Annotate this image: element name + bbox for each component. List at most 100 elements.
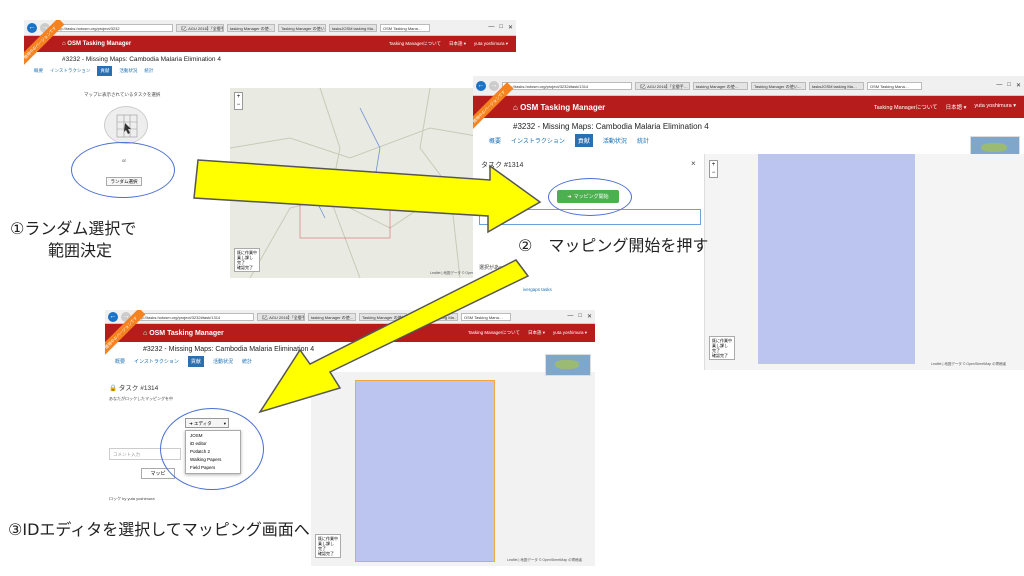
minimize-icon[interactable]: — — [567, 313, 573, 320]
task-title: 🔒 タスク #1314 — [109, 385, 159, 392]
browser-tab[interactable]: tasksJOSM tasking Ma… — [329, 23, 377, 32]
nav-user[interactable]: yuta yoshimura ▾ — [553, 330, 587, 336]
home-icon: ⌂ — [513, 102, 521, 112]
nav-about[interactable]: Tasking Managerについて — [468, 330, 520, 336]
nav-links: Tasking Managerについて 日本語 ▾ yuta yoshimura… — [468, 330, 595, 336]
lock-message: あなたがロックしたマッピングを中 — [109, 396, 173, 401]
back-icon[interactable]: ← — [27, 22, 37, 33]
tab-overview[interactable]: 概要 — [34, 68, 43, 74]
map-credit: Leaflet | 地図データ © OpenStreetMap の寄稿者 — [931, 362, 1007, 366]
tab-overview[interactable]: 概要 — [489, 136, 501, 145]
forward-icon[interactable]: → — [489, 80, 499, 91]
tab-instructions[interactable]: インストラクション — [134, 358, 179, 365]
nav-about[interactable]: Tasking Managerについて — [874, 103, 938, 111]
nav-language[interactable]: 日本語 ▾ — [946, 103, 967, 111]
task-title: タスク #1314 — [481, 162, 524, 169]
project-title: #3232 - Missing Maps: Cambodia Malaria E… — [143, 346, 315, 353]
tab-contribute[interactable]: 貢献 — [574, 134, 593, 147]
tab-activity[interactable]: 活動状況 — [603, 136, 627, 145]
world-thumbnail — [545, 354, 591, 376]
back-icon[interactable]: ← — [476, 80, 486, 91]
close-icon[interactable]: ✕ — [508, 24, 513, 31]
map-view[interactable]: 既に作業中 乗し課し 完了 確認完了 Leaflet | 地図データ © Ope… — [311, 354, 595, 566]
tab-contribute[interactable]: 貢献 — [97, 66, 113, 76]
app-navbar: ⌂ OSM Tasking Manager Tasking Managerについ… — [473, 96, 1024, 118]
browser-tab[interactable]: 【乙 AGU 2016】「全層手… — [635, 81, 690, 90]
locked-by: ロック by yuta yoshimura — [109, 496, 155, 501]
tab-instructions[interactable]: インストラクション — [50, 68, 90, 74]
map-legend: 既に作業中 乗し課し 完了 確認完了 — [315, 534, 341, 558]
browser-tab-active[interactable]: OSM Tasking Mana… — [461, 312, 511, 321]
step1-caption: ①ランダム選択で 範囲決定 — [10, 219, 137, 260]
window-controls: — □ ✕ — [996, 82, 1021, 89]
nav-language[interactable]: 日本語 ▾ — [528, 330, 545, 336]
tab-stats[interactable]: 統計 — [144, 68, 153, 74]
project-title: #3232 - Missing Maps: Cambodia Malaria E… — [513, 122, 709, 131]
minimize-icon[interactable]: — — [996, 82, 1002, 89]
select-task-heading: マップに表示されているタスクを選択 — [84, 92, 161, 97]
map-view[interactable]: + − 既に作業中 乗し課し 完了 確認完了 Leaflet | 地図データ © … — [705, 154, 1024, 370]
close-icon[interactable]: ✕ — [587, 313, 592, 320]
task-area — [355, 380, 495, 562]
browser-toolbar: ← → http://tasks.hotosm.org/project/3232… — [24, 20, 516, 36]
step2-caption: ② マッピング開始を押す — [518, 236, 709, 255]
window-controls: — □ ✕ — [488, 24, 513, 31]
close-icon[interactable]: ✕ — [1016, 82, 1021, 89]
nav-links: Tasking Managerについて 日本語 ▾ yuta yoshimura… — [389, 41, 516, 47]
browser-tab[interactable]: tasking Manager の使… — [693, 81, 748, 90]
browser-tab[interactable]: Tasking Manager の使い… — [751, 81, 806, 90]
nav-user[interactable]: yuta yoshimura ▾ — [974, 103, 1016, 111]
browser-tab[interactable]: tasksJOSM tasking Ma… — [809, 81, 864, 90]
back-icon[interactable]: ← — [108, 311, 118, 322]
browser-tab[interactable]: 【乙 AGU 2016】「全層手… — [257, 312, 305, 321]
browser-tab-active[interactable]: OSM Tasking Mana… — [380, 23, 430, 32]
zoom-control[interactable]: + − — [234, 92, 243, 110]
tab-activity[interactable]: 活動状況 — [119, 68, 137, 74]
step3-caption: ③IDエディタを選択してマッピング画面へ — [8, 516, 310, 540]
minimize-icon[interactable]: — — [488, 24, 494, 31]
task-link[interactable]: ivergaps tasks — [523, 287, 552, 292]
brand[interactable]: ⌂ OSM Tasking Manager — [143, 330, 224, 337]
nav-language[interactable]: 日本語 ▾ — [449, 41, 466, 47]
tab-contribute[interactable]: 貢献 — [187, 356, 204, 367]
lock-icon: 🔒 — [109, 385, 119, 392]
zoom-control[interactable]: + − — [709, 160, 718, 178]
project-tabs: 概要 インストラクション 貢献 活動状況 統計 — [24, 63, 516, 76]
tab-activity[interactable]: 活動状況 — [213, 358, 233, 365]
task-grid-icon — [104, 106, 148, 144]
browser-tab[interactable]: tasking Manager の使… — [308, 312, 356, 321]
tab-overview[interactable]: 概要 — [115, 358, 125, 365]
app-navbar: ⌂ OSM Tasking Manager Tasking Managerについ… — [105, 324, 595, 342]
status-message: 選択があ〜ません — [479, 265, 519, 271]
highlight-random-select — [71, 142, 175, 198]
project-tabs: 概要 インストラクション 貢献 活動状況 統計 — [105, 353, 595, 367]
map-credit: Leaflet | 地図データ © OpenStreetMap の寄稿者 — [507, 558, 583, 562]
maximize-icon[interactable]: □ — [499, 24, 503, 31]
nav-user[interactable]: yuta yoshimura ▾ — [474, 41, 508, 47]
map-legend: 既に作業中 乗し課し 完了 確認完了 — [234, 248, 260, 272]
address-bar[interactable]: http://tasks.hotosm.org/project/3232 — [53, 23, 173, 32]
browser-toolbar: ← → http://tasks.hotosm.org/project/3232… — [473, 76, 1024, 96]
tab-stats[interactable]: 統計 — [242, 358, 252, 365]
brand[interactable]: ⌂ OSM Tasking Manager — [513, 103, 605, 112]
browser-tab[interactable]: Tasking Manager の使い… — [359, 312, 407, 321]
brand[interactable]: ⌂ OSM Tasking Manager — [62, 41, 131, 47]
maximize-icon[interactable]: □ — [578, 313, 582, 320]
browser-tab[interactable]: tasksJOSM tasking Ma… — [410, 312, 458, 321]
browser-tab[interactable]: tasking Manager の使… — [227, 23, 275, 32]
address-bar[interactable]: http://tasks.hotosm.org/project/3232#tas… — [502, 81, 632, 90]
project-title: #3232 - Missing Maps: Cambodia Malaria E… — [62, 56, 221, 63]
highlight-editor-menu — [160, 408, 264, 490]
window-controls: — □ ✕ — [567, 313, 592, 320]
browser-tab[interactable]: Tasking Manager の使い… — [278, 23, 326, 32]
browser-tab[interactable]: 【乙 AGU 2016】「全層手… — [176, 23, 224, 32]
address-bar[interactable]: http://tasks.hotosm.org/project/3232#tas… — [134, 312, 254, 321]
browser-tab-active[interactable]: OSM Tasking Mana… — [867, 81, 922, 90]
nav-about[interactable]: Tasking Managerについて — [389, 41, 441, 47]
browser-toolbar: ← → http://tasks.hotosm.org/project/3232… — [105, 310, 595, 324]
tab-instructions[interactable]: インストラクション — [511, 136, 565, 145]
project-tabs: 概要 インストラクション 貢献 活動状況 統計 — [473, 131, 1024, 147]
tab-stats[interactable]: 統計 — [637, 136, 649, 145]
maximize-icon[interactable]: □ — [1007, 82, 1011, 89]
task-close-icon[interactable]: × — [691, 159, 696, 168]
